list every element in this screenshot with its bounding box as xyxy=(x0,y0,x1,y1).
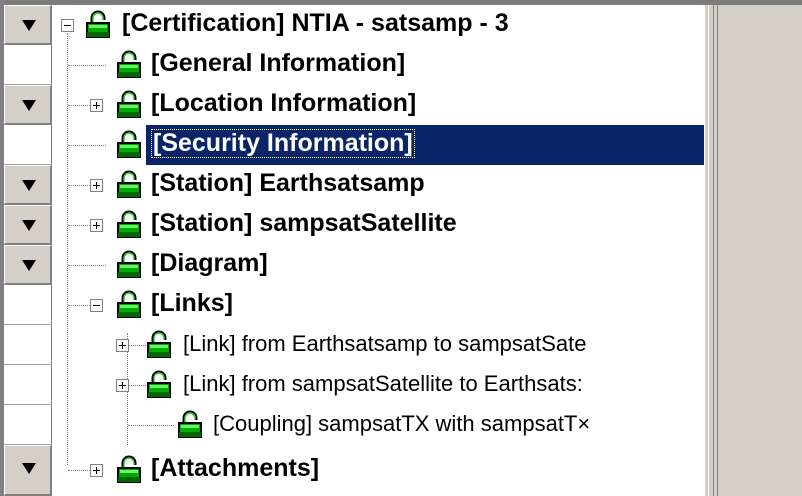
row-gutter-cell xyxy=(4,325,52,365)
row-gutter-cell xyxy=(4,365,52,405)
tree-node-label: [Security Information] xyxy=(151,129,415,158)
triangle-down-icon xyxy=(22,260,36,271)
row-gutter-cell xyxy=(4,405,52,445)
green-lock-icon xyxy=(147,370,171,398)
tree-node-label: [Coupling] sampsatTX with sampsatT× xyxy=(213,411,591,436)
green-lock-icon xyxy=(117,90,141,118)
green-lock-icon xyxy=(117,290,141,318)
tree-node-label: [Station] sampsatSatellite xyxy=(151,209,457,237)
tree-node-label: [Links] xyxy=(151,289,233,317)
collapse-icon[interactable] xyxy=(61,19,74,32)
tree-node-security-information[interactable]: [Security Information] xyxy=(52,125,704,165)
expand-icon[interactable] xyxy=(116,339,129,352)
triangle-down-icon xyxy=(22,220,36,231)
expand-icon[interactable] xyxy=(90,464,103,477)
green-lock-icon xyxy=(178,410,202,438)
certification-tree: [Certification] NTIA - satsamp - 3 [Gene… xyxy=(52,5,704,496)
green-lock-icon xyxy=(86,10,110,38)
tree-node-link-satellite-to-earth[interactable]: [Link] from sampsatSatellite to Earthsat… xyxy=(52,365,704,405)
pane-splitter[interactable] xyxy=(704,5,718,496)
triangle-down-icon xyxy=(22,20,36,31)
tree-node-label: [Link] from sampsatSatellite to Earthsat… xyxy=(183,371,583,396)
tree-node-coupling[interactable]: [Coupling] sampsatTX with sampsatT× xyxy=(52,405,704,445)
row-gutter-cell xyxy=(4,45,52,85)
expand-icon[interactable] xyxy=(90,179,103,192)
collapse-icon[interactable] xyxy=(90,299,103,312)
expand-icon[interactable] xyxy=(90,219,103,232)
green-lock-icon xyxy=(117,170,141,198)
tree-connector xyxy=(68,225,90,226)
green-lock-icon xyxy=(117,210,141,238)
green-lock-icon xyxy=(117,455,141,483)
row-toggle-button[interactable] xyxy=(4,85,52,125)
tree-node-label: [Location Information] xyxy=(151,89,417,117)
certification-tree-window: [Certification] NTIA - satsamp - 3 [Gene… xyxy=(0,0,802,496)
green-lock-icon xyxy=(147,330,171,358)
tree-node-label: [General Information] xyxy=(151,49,406,77)
row-gutter xyxy=(4,5,52,496)
row-toggle-button[interactable] xyxy=(4,445,52,496)
tree-node-label: [Link] from Earthsatsamp to sampsatSate xyxy=(183,331,587,356)
row-gutter-cell xyxy=(4,125,52,165)
tree-connector xyxy=(128,425,174,426)
row-toggle-button[interactable] xyxy=(4,5,52,45)
tree-node-attachments[interactable]: [Attachments] xyxy=(52,445,704,496)
tree-node-links[interactable]: [Links] xyxy=(52,285,704,325)
tree-node-general-information[interactable]: [General Information] xyxy=(52,45,704,85)
triangle-down-icon xyxy=(22,100,36,111)
tree-node-location-information[interactable]: [Location Information] xyxy=(52,85,704,125)
green-lock-icon xyxy=(117,50,141,78)
tree-node-link-earth-to-satellite[interactable]: [Link] from Earthsatsamp to sampsatSate xyxy=(52,325,704,365)
row-toggle-button[interactable] xyxy=(4,245,52,285)
triangle-down-icon xyxy=(22,180,36,191)
tree-connector xyxy=(68,65,106,66)
tree-node-station-sampsatsatellite[interactable]: [Station] sampsatSatellite xyxy=(52,205,704,245)
row-toggle-button[interactable] xyxy=(4,165,52,205)
expand-icon[interactable] xyxy=(116,379,129,392)
tree-node-label: [Station] Earthsatsamp xyxy=(151,169,425,197)
detail-pane xyxy=(718,5,802,496)
tree-connector xyxy=(68,305,90,306)
tree-node-station-earthsatsamp[interactable]: [Station] Earthsatsamp xyxy=(52,165,704,205)
tree-node-label: [Attachments] xyxy=(151,454,320,482)
tree-connector xyxy=(68,265,106,266)
row-toggle-button[interactable] xyxy=(4,205,52,245)
tree-node-root[interactable]: [Certification] NTIA - satsamp - 3 xyxy=(52,5,704,45)
expand-icon[interactable] xyxy=(90,99,103,112)
tree-connector xyxy=(68,145,106,146)
triangle-down-icon xyxy=(22,463,36,474)
tree-node-diagram[interactable]: [Diagram] xyxy=(52,245,704,285)
row-gutter-cell xyxy=(4,285,52,325)
tree-connector xyxy=(68,105,90,106)
green-lock-icon xyxy=(117,130,141,158)
tree-connector xyxy=(68,470,90,471)
green-lock-icon xyxy=(117,250,141,278)
tree-node-label: [Certification] NTIA - satsamp - 3 xyxy=(122,9,509,37)
tree-node-label: [Diagram] xyxy=(151,249,268,277)
tree-connector xyxy=(68,185,90,186)
